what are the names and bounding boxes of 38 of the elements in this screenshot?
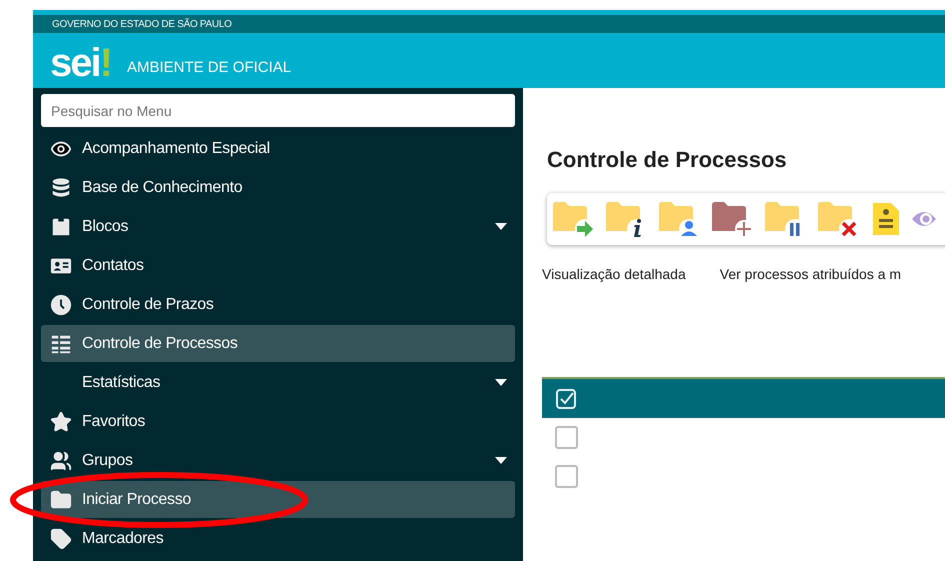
menu-item[interactable]: Acompanhamento Especial [41,130,515,167]
menu-item-label: Blocos [82,216,130,236]
people-icon [50,450,72,472]
page-title: Controle de Processos [547,146,788,174]
menu-search-field[interactable]: Pesquisar no Menu [41,94,515,127]
menu-item[interactable]: Controle de Processos [41,325,515,362]
tag-icon [50,528,72,550]
menu-item[interactable]: Favoritos [41,403,515,440]
view-link[interactable]: Ver processos atribuídos a m [720,264,902,285]
menu-item-label: Favoritos [82,412,146,432]
menu-item-label: Acompanhamento Especial [82,138,271,158]
menu-item[interactable]: Controle de Prazos [41,286,515,323]
folder-icon [50,488,72,510]
row-checkbox[interactable] [555,426,578,449]
menu-item-label: Marcadores [82,528,164,548]
environment-label: AMBIENTE DE OFICIAL [126,58,292,78]
database-icon [50,176,72,198]
select-all-checkbox[interactable] [555,388,577,410]
government-title: GOVERNO DO ESTADO DE SÃO PAULO [52,17,232,32]
row-checkbox[interactable] [555,465,578,488]
view-link[interactable]: Visualização detalhada [542,264,686,285]
menu-item[interactable]: Grupos [41,442,515,479]
menu-item[interactable]: Estatísticas [41,364,515,401]
menu-item[interactable]: Contatos [41,247,515,284]
menu-item-label: Iniciar Processo [82,490,192,510]
menu-item-label: Grupos [82,450,134,470]
menu-item-label: Controle de Processos [82,334,239,354]
menu-item[interactable]: Base de Conhecimento [41,169,515,206]
menu-item[interactable]: Blocos [41,208,515,245]
menu-item[interactable]: Marcadores [41,520,515,557]
menu-item-label: Contatos [82,256,145,276]
star-icon [50,410,72,432]
clock-icon [50,294,72,316]
menu-item-label: Base de Conhecimento [82,178,244,198]
menu-item-label: Estatísticas [82,372,162,392]
sei-logo: sei! [50,46,113,80]
menu-item-label: Controle de Prazos [82,294,215,314]
menu-item[interactable]: Iniciar Processo [41,481,515,518]
